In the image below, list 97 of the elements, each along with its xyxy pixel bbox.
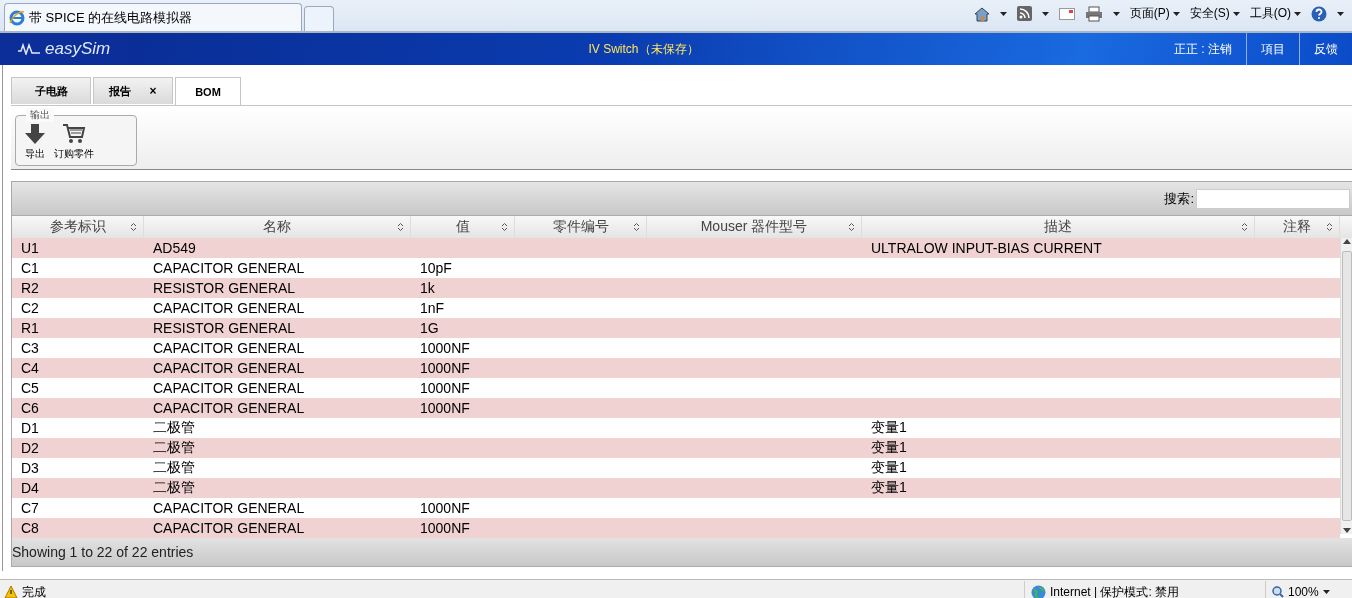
table-cell: CAPACITOR GENERAL (153, 340, 305, 356)
nav-link[interactable]: 反馈 (1299, 33, 1352, 65)
caret-icon (1112, 11, 1120, 16)
sort-icon[interactable] (1326, 222, 1333, 232)
table-cell: AD549 (153, 240, 196, 256)
table-cell: R1 (21, 320, 39, 336)
table-cell: 1nF (420, 300, 445, 316)
menu-button[interactable]: 页面(P) (1129, 5, 1180, 22)
table-cell: CAPACITOR GENERAL (153, 520, 305, 536)
table-cell: C7 (21, 500, 39, 516)
table-cell: 1000NF (420, 520, 470, 536)
menu-button[interactable]: 工具(O) (1249, 5, 1301, 22)
sort-icon[interactable] (633, 222, 640, 232)
table-cell: D1 (21, 420, 39, 436)
browser-logo-icon (9, 9, 25, 26)
scrollbar[interactable] (1340, 238, 1352, 534)
table-cell: C8 (21, 520, 39, 536)
sort-icon[interactable] (848, 222, 855, 232)
table-cell: 变量1 (871, 479, 907, 495)
printer-icon[interactable] (1084, 5, 1103, 22)
toolbar-button[interactable]: 订购零件 (54, 123, 94, 161)
table-cell: 变量1 (871, 459, 907, 475)
caret-icon (999, 11, 1007, 16)
table-cell: C2 (21, 300, 39, 316)
table-cell: C6 (21, 400, 39, 416)
table-cell: 1000NF (420, 500, 470, 516)
sort-icon[interactable] (501, 222, 508, 232)
scroll-down-icon[interactable] (1342, 528, 1351, 534)
table-cell: RESISTOR GENERAL (153, 320, 296, 336)
caret-icon (1041, 11, 1049, 16)
table-cell: 1000NF (420, 380, 470, 396)
home-icon[interactable] (973, 5, 990, 22)
browser-tab-title: 带 SPICE 的在线电路模拟器 (29, 8, 193, 27)
table-cell: U1 (21, 240, 39, 256)
browser-tab[interactable]: 带 SPICE 的在线电路模拟器 (4, 3, 302, 31)
table-cell: 1G (420, 320, 439, 336)
table-cell: CAPACITOR GENERAL (153, 360, 305, 376)
warning-icon (4, 585, 18, 598)
table-cell: 变量1 (871, 439, 907, 455)
table-cell: CAPACITOR GENERAL (153, 260, 305, 276)
cart-icon (62, 123, 86, 145)
tab[interactable]: 子电路 (11, 77, 91, 104)
menu-button[interactable]: 安全(S) (1189, 5, 1240, 22)
table-cell: 1000NF (420, 340, 470, 356)
search-label: 搜索: (1164, 189, 1194, 208)
nav-link[interactable]: 項目 (1246, 33, 1299, 65)
document-title: IV Switch（未保存） (587, 40, 700, 58)
table-cell: 二极管 (153, 479, 195, 495)
table-cell: CAPACITOR GENERAL (153, 300, 305, 316)
table-cell: 1000NF (420, 400, 470, 416)
table-cell: 10pF (420, 260, 452, 276)
feed-icon[interactable] (1016, 6, 1032, 21)
table-cell: 二极管 (153, 439, 195, 455)
caret-icon (1232, 11, 1240, 16)
zoom-level[interactable]: 100% (1288, 585, 1319, 598)
table-cell: 1000NF (420, 360, 470, 376)
table-cell: RESISTOR GENERAL (153, 280, 296, 296)
group-label: 输出 (26, 108, 54, 122)
caret-icon (1337, 11, 1344, 16)
mail-icon[interactable] (1058, 7, 1075, 20)
table-cell: CAPACITOR GENERAL (153, 400, 305, 416)
sort-icon[interactable] (397, 222, 404, 232)
table-cell: 变量1 (871, 419, 907, 435)
sort-icon[interactable] (1241, 222, 1248, 232)
table-cell: C3 (21, 340, 39, 356)
table-cell: 二极管 (153, 419, 195, 435)
table-cell: 二极管 (153, 459, 195, 475)
waveform-icon (18, 43, 42, 55)
help-icon[interactable] (1311, 5, 1327, 22)
table-cell: CAPACITOR GENERAL (153, 380, 305, 396)
down-arrow-icon (24, 123, 46, 145)
table-cell: C4 (21, 360, 39, 376)
toolbar-button[interactable]: 导出 (24, 123, 46, 161)
table-cell: ULTRALOW INPUT-BIAS CURRENT (871, 240, 1102, 256)
status-text: 完成 (22, 583, 46, 598)
table-cell: CAPACITOR GENERAL (153, 500, 305, 516)
table-cell: D2 (21, 440, 39, 456)
caret-icon (1294, 11, 1301, 16)
table-info: Showing 1 to 22 of 22 entries (12, 544, 194, 560)
search-field[interactable] (1196, 188, 1350, 209)
table-cell: 1k (420, 280, 435, 296)
table-cell: D4 (21, 480, 39, 496)
table-cell: C5 (21, 380, 39, 396)
nav-link[interactable]: 正正 : 注销 (1160, 33, 1246, 65)
caret-icon (1322, 590, 1330, 594)
tab[interactable]: 报告 × (93, 77, 173, 104)
close-icon[interactable]: × (149, 84, 157, 98)
sort-icon[interactable] (130, 222, 137, 232)
table-cell: R2 (21, 280, 39, 296)
zoom-icon[interactable] (1272, 586, 1284, 598)
globe-icon (1031, 584, 1046, 598)
tab[interactable]: BOM (175, 77, 241, 105)
table-cell: D3 (21, 460, 39, 476)
caret-icon (1172, 11, 1180, 16)
table-cell: C1 (21, 260, 39, 276)
app-logo: easySim (0, 33, 127, 65)
zone-text: Internet | 保护模式: 禁用 (1050, 583, 1180, 598)
